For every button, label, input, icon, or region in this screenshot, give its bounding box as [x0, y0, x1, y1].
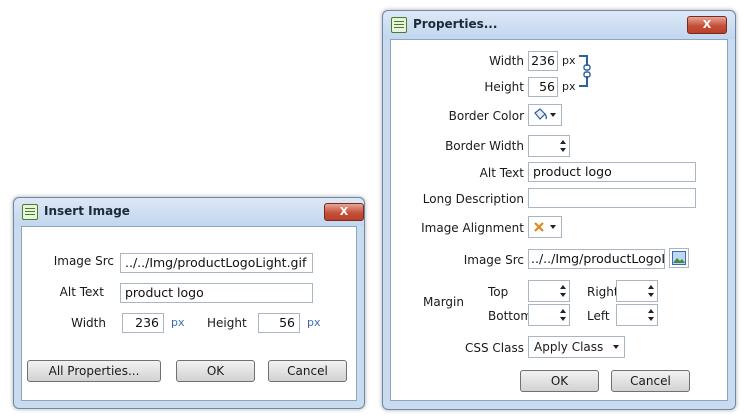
insert-image-titlebar[interactable]: Insert Image X: [14, 198, 364, 226]
window-icon: [391, 17, 407, 33]
spinner-up-icon[interactable]: [560, 285, 566, 289]
alignment-x-icon: [534, 222, 544, 232]
insert-image-dialog: Insert Image X Image Src ../../Img/produ…: [13, 197, 365, 409]
width-unit: px: [171, 316, 185, 329]
border-color-picker[interactable]: [528, 104, 562, 126]
image-src-input[interactable]: ../../Img/productLogoLight.gif: [120, 253, 313, 273]
spinner-down-icon[interactable]: [648, 317, 654, 321]
insert-image-body: Image Src ../../Img/productLogoLight.gif…: [21, 226, 357, 401]
width-label: Width: [489, 54, 524, 68]
border-width-label: Border Width: [445, 139, 524, 153]
height-label: Height: [484, 80, 524, 94]
alt-text-label: Alt Text: [479, 166, 524, 180]
margin-left-spinner[interactable]: [616, 304, 658, 326]
margin-right-label: Right: [587, 285, 619, 299]
spinner-down-icon[interactable]: [560, 148, 566, 152]
window-icon: [22, 204, 38, 220]
alt-text-input[interactable]: product logo: [120, 283, 313, 303]
margin-bottom-label: Bottom: [488, 309, 533, 323]
margin-right-spinner[interactable]: [616, 280, 658, 302]
alt-text-label: Alt Text: [59, 285, 104, 299]
spinner-down-icon[interactable]: [648, 293, 654, 297]
alt-text-input[interactable]: product logo: [528, 162, 696, 182]
margin-left-label: Left: [587, 309, 610, 323]
chevron-down-icon: [550, 225, 556, 229]
ok-button[interactable]: OK: [176, 360, 255, 382]
image-alignment-label: Image Alignment: [421, 221, 524, 235]
image-src-label: Image Src: [463, 253, 524, 267]
insert-image-title: Insert Image: [44, 204, 130, 218]
chevron-down-icon: [550, 113, 556, 117]
long-description-input[interactable]: [528, 188, 696, 208]
height-label: Height: [207, 316, 247, 330]
width-input[interactable]: 236: [122, 313, 164, 333]
border-width-spinner[interactable]: [528, 135, 570, 157]
margin-bottom-spinner[interactable]: [528, 304, 570, 326]
spinner-up-icon[interactable]: [560, 309, 566, 313]
css-class-label: CSS Class: [465, 341, 524, 355]
paint-bucket-icon: [534, 108, 548, 120]
css-class-value: Apply Class: [534, 340, 604, 354]
image-alignment-picker[interactable]: [528, 216, 562, 238]
all-properties-button[interactable]: All Properties...: [27, 360, 161, 382]
spinner-up-icon[interactable]: [560, 140, 566, 144]
margin-top-spinner[interactable]: [528, 280, 570, 302]
close-button[interactable]: X: [687, 16, 727, 34]
width-label: Width: [71, 316, 106, 330]
properties-title: Properties...: [413, 17, 498, 31]
width-unit: px: [562, 54, 576, 67]
cancel-button[interactable]: Cancel: [611, 370, 690, 392]
image-browse-icon: [672, 251, 686, 265]
css-class-select[interactable]: Apply Class: [528, 336, 625, 358]
height-input[interactable]: 56: [528, 77, 558, 97]
properties-titlebar[interactable]: Properties... X: [383, 11, 735, 39]
image-src-input[interactable]: ../../Img/productLogoLight.gif: [528, 249, 665, 269]
margin-top-label: Top: [488, 285, 509, 299]
ok-button[interactable]: OK: [520, 370, 599, 392]
chevron-down-icon: [613, 345, 619, 349]
image-browse-button[interactable]: [669, 248, 689, 268]
height-unit: px: [562, 80, 576, 93]
spinner-up-icon[interactable]: [648, 309, 654, 313]
spinner-down-icon[interactable]: [560, 293, 566, 297]
spinner-down-icon[interactable]: [560, 317, 566, 321]
margin-label: Margin: [423, 295, 464, 309]
image-src-label: Image Src: [53, 254, 114, 268]
cancel-button[interactable]: Cancel: [268, 360, 347, 382]
long-description-label: Long Description: [422, 192, 524, 206]
height-input[interactable]: 56: [258, 313, 300, 333]
width-input[interactable]: 236: [528, 51, 558, 71]
properties-dialog: Properties... X Width 236 px Height 56 p…: [382, 10, 736, 410]
close-button[interactable]: X: [324, 203, 364, 221]
height-unit: px: [307, 316, 321, 329]
border-color-label: Border Color: [448, 109, 524, 123]
properties-body: Width 236 px Height 56 px Border Color B…: [390, 39, 728, 401]
chain-link-icon[interactable]: [577, 54, 591, 88]
spinner-up-icon[interactable]: [648, 285, 654, 289]
